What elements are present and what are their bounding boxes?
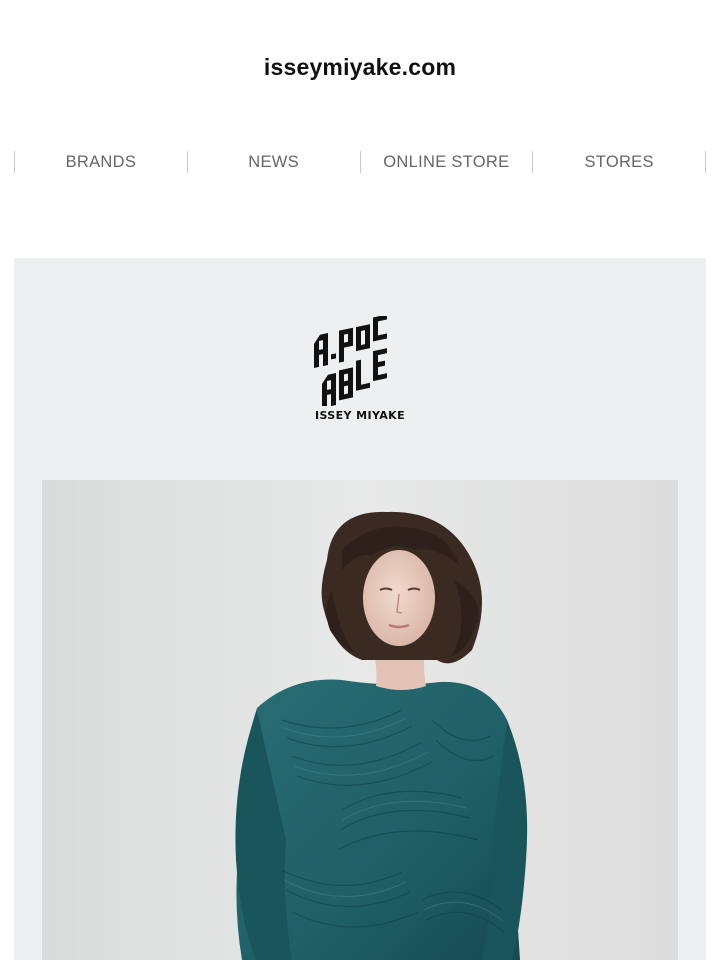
site-title-link[interactable]: isseymiyake.com — [0, 54, 720, 81]
nav-item-online-store[interactable]: ONLINE STORE — [361, 148, 533, 176]
nav-item-news[interactable]: NEWS — [188, 148, 360, 176]
hero-image[interactable] — [42, 480, 678, 960]
nav-item-stores[interactable]: STORES — [533, 148, 705, 176]
main-nav: BRANDS NEWS ONLINE STORE STORES — [14, 148, 706, 176]
nav-item-brands[interactable]: BRANDS — [15, 148, 187, 176]
brand-caption: ISSEY MIYAKE — [314, 409, 406, 422]
nav-divider — [705, 151, 706, 173]
